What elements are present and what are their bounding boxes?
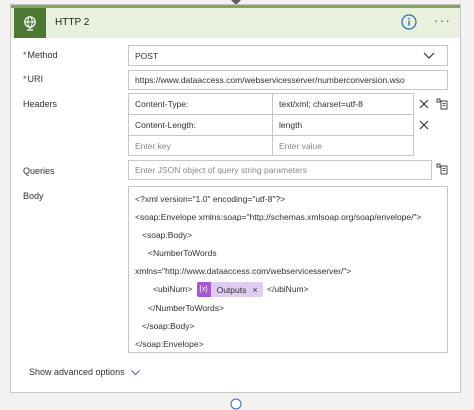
card-title: HTTP 2 [55,17,90,28]
body-line: <?xml version="1.0" encoding="utf-8"?> [135,194,286,204]
header-key-input[interactable]: Enter key [129,136,272,156]
switch-to-detail-mode-icon[interactable] [436,163,448,175]
outputs-token[interactable]: {x} Outputs × [196,282,263,297]
globe-icon [14,8,46,38]
body-line: <soap:Body> [142,230,193,240]
header-key-1[interactable]: Content-Type: [129,94,272,114]
uri-label: *URI [23,74,44,84]
variable-icon: {x} [196,282,211,297]
method-label: *Method [23,50,58,60]
header-value-1[interactable]: text/xml; charset=utf-8 [273,94,413,114]
http-action-card: HTTP 2 ··· *Method POST *URI https://www… [10,4,461,393]
remove-header-icon[interactable] [419,120,429,130]
body-editor[interactable]: <?xml version="1.0" encoding="utf-8"?> <… [128,186,448,353]
more-options-icon[interactable]: ··· [434,13,451,27]
uri-input[interactable]: https://www.dataaccess.com/webservicesse… [128,70,448,90]
add-step-icon[interactable] [230,398,242,410]
token-label: Outputs [216,284,247,295]
header-value-2[interactable]: length [273,115,413,135]
card-header[interactable]: HTTP 2 ··· [11,5,460,38]
show-advanced-options-link[interactable]: Show advanced options [29,367,140,377]
body-line: <soap:Envelope xmlns:soap="http://schema… [135,212,422,222]
headers-table: Content-Type: text/xml; charset=utf-8 Co… [128,93,414,156]
switch-to-text-mode-icon[interactable] [436,98,448,110]
queries-label: Queries [23,166,55,176]
chevron-down-icon [423,52,435,59]
remove-header-icon[interactable] [419,99,429,109]
method-value: POST [135,50,159,61]
body-line: xmlns="http://www.dataaccess.com/webserv… [135,266,352,276]
remove-token-icon[interactable]: × [252,285,257,295]
body-line: </NumberToWords> [148,303,224,313]
header-value-input[interactable]: Enter value [273,136,413,156]
chevron-down-icon [131,369,140,375]
queries-input[interactable]: Enter JSON object of query string parame… [128,160,432,180]
body-label: Body [23,191,44,201]
uri-value: https://www.dataaccess.com/webservicesse… [135,75,405,85]
body-line: </soap:Body> [142,321,195,331]
headers-label: Headers [23,99,58,109]
body-line: <NumberToWords [148,248,217,258]
body-line: </soap:Envelope> [135,339,204,349]
body-line-ubinum: <ubiNum> {x} Outputs × </ubiNum> [153,282,309,297]
header-key-2[interactable]: Content-Length: [129,115,272,135]
method-select[interactable]: POST [128,45,448,66]
info-icon[interactable] [401,14,417,30]
queries-placeholder: Enter JSON object of query string parame… [135,165,307,175]
